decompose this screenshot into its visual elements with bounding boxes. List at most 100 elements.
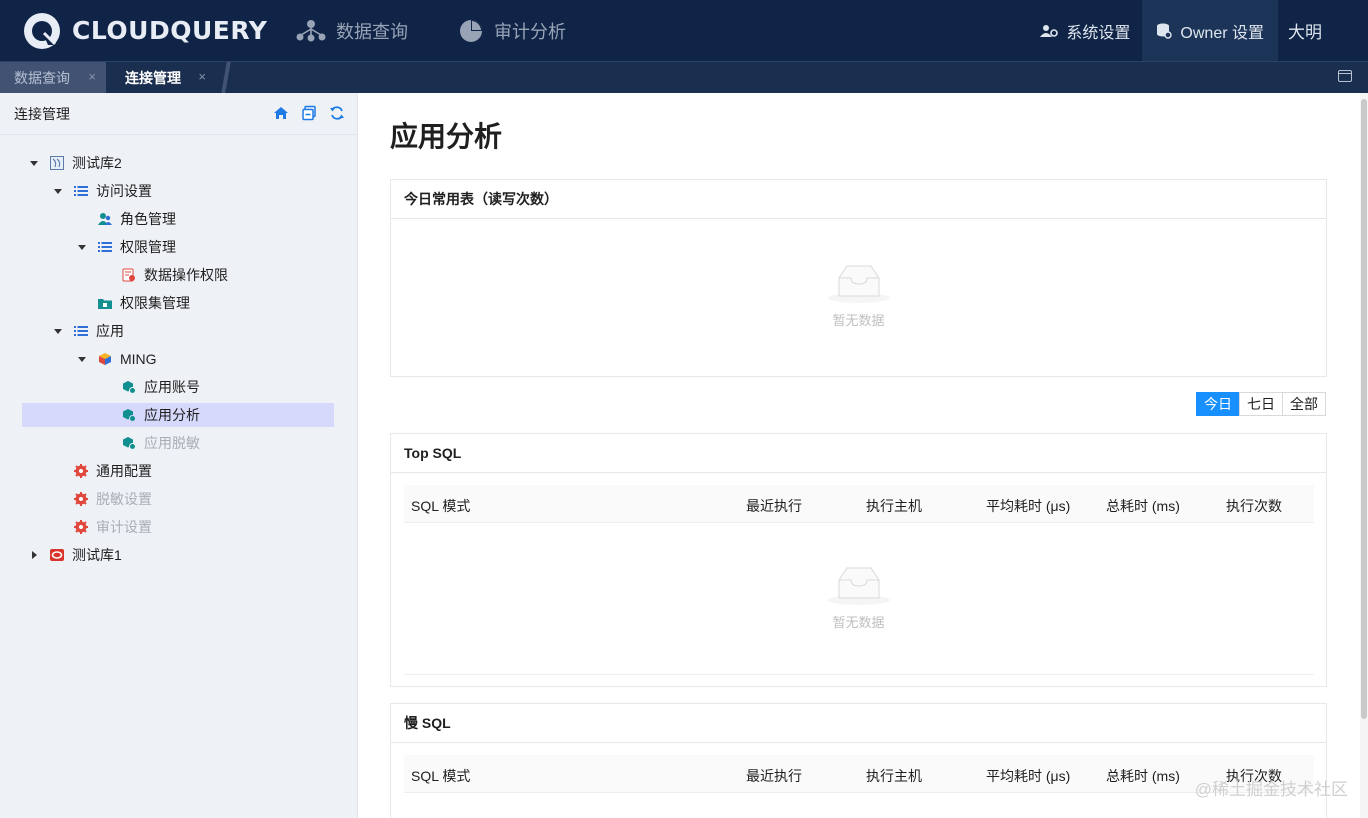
tree-node-db2[interactable]: 测试库2	[50, 151, 122, 175]
tree-node-label: 访问设置	[96, 183, 152, 199]
tab-connection-management-label: 连接管理	[125, 69, 181, 86]
tree-node-label: 通用配置	[96, 463, 152, 479]
col-total-time[interactable]: 总耗时 (ms)	[1106, 496, 1180, 516]
tree-node-desensitize-settings[interactable]: 脱敏设置	[74, 487, 152, 511]
owner-settings-label: Owner 设置	[1180, 24, 1264, 42]
users-icon	[98, 212, 112, 226]
oracle-database-icon	[50, 548, 64, 562]
logo-text: CLOUDQUERY	[72, 16, 268, 45]
col-exec-host[interactable]: 执行主机	[866, 766, 922, 786]
tree-node-label: 脱敏设置	[96, 491, 152, 507]
col-sql-pattern[interactable]: SQL 模式	[411, 496, 470, 516]
sidebar-actions	[261, 105, 345, 121]
cube-icon	[98, 352, 112, 366]
empty-text: 暂无数据	[832, 615, 885, 630]
caret-down-icon[interactable]	[30, 161, 38, 166]
app-gear-icon	[122, 436, 136, 450]
tree-node-access-settings[interactable]: 访问设置	[74, 179, 152, 203]
empty-state: 暂无数据	[391, 564, 1326, 631]
collapse-icon[interactable]	[301, 105, 317, 121]
tab-data-query-label: 数据查询	[14, 69, 70, 86]
logo[interactable]: CLOUDQUERY	[22, 11, 282, 51]
tree-node-general-config[interactable]: 通用配置	[74, 459, 152, 483]
col-exec-count[interactable]: 执行次数	[1226, 496, 1282, 516]
users-gear-icon	[1040, 24, 1059, 37]
nav-audit-analysis[interactable]: 审计分析	[458, 0, 566, 61]
main-nav: 数据查询 审计分析	[296, 0, 616, 61]
database-icon	[50, 156, 64, 170]
list-icon	[74, 184, 88, 198]
pie-chart-icon	[460, 19, 482, 42]
tab-data-query[interactable]: 数据查询 ×	[0, 62, 106, 93]
tab-connection-management[interactable]: 连接管理 ×	[106, 62, 226, 93]
caret-down-icon[interactable]	[54, 189, 62, 194]
col-avg-time[interactable]: 平均耗时 (μs)	[986, 766, 1070, 786]
page-title: 应用分析	[390, 121, 503, 152]
gear-icon	[74, 464, 88, 478]
empty-inbox-icon	[827, 564, 891, 606]
top-right-menu: 系统设置 Owner 设置 大明	[1028, 0, 1368, 61]
tree-node-label: 应用脱敏	[144, 435, 200, 451]
col-total-time[interactable]: 总耗时 (ms)	[1106, 766, 1180, 786]
range-today-button[interactable]: 今日	[1196, 392, 1240, 416]
sidebar: 连接管理 测试库2 访问设置 角色管理 权限管理 数据操作权限 权限集管理 应用…	[0, 93, 358, 818]
tree-node-label: 测试库2	[72, 155, 122, 171]
tree-node-permission-management[interactable]: 权限管理	[98, 235, 176, 259]
tree-node-app-account[interactable]: 应用账号	[122, 375, 200, 399]
app-gear-icon	[122, 408, 136, 422]
app-gear-icon	[122, 380, 136, 394]
close-icon[interactable]: ×	[88, 69, 96, 84]
folder-lock-icon	[98, 296, 112, 310]
tree-node-audit-settings[interactable]: 审计设置	[74, 515, 152, 539]
top-sql-card: Top SQL SQL 模式 最近执行 执行主机 平均耗时 (μs) 总耗时 (…	[390, 433, 1327, 687]
tree-node-label: 审计设置	[96, 519, 152, 535]
tree-node-label: 应用分析	[144, 407, 200, 423]
nav-data-query[interactable]: 数据查询	[296, 0, 408, 61]
tree-node-data-operation-permission[interactable]: 数据操作权限	[122, 263, 228, 287]
tree-node-label: 应用账号	[144, 379, 200, 395]
empty-inbox-icon	[827, 262, 891, 304]
col-sql-pattern[interactable]: SQL 模式	[411, 766, 470, 786]
tree-node-application[interactable]: 应用	[74, 319, 124, 343]
user-menu[interactable]: 大明	[1278, 18, 1368, 43]
tree-node-permission-set-management[interactable]: 权限集管理	[98, 291, 190, 315]
owner-settings-button[interactable]: Owner 设置	[1142, 0, 1278, 61]
slow-sql-card: 慢 SQL SQL 模式 最近执行 执行主机 平均耗时 (μs) 总耗时 (ms…	[390, 703, 1327, 818]
tree-node-ming[interactable]: MING	[98, 347, 157, 371]
main-scrollbar[interactable]	[1360, 93, 1368, 818]
tab-bar: 数据查询 × 连接管理 ×	[0, 61, 1368, 93]
col-last-executed[interactable]: 最近执行	[746, 496, 802, 516]
col-exec-host[interactable]: 执行主机	[866, 496, 922, 516]
close-all-tabs-icon[interactable]	[1338, 70, 1352, 82]
caret-down-icon[interactable]	[54, 329, 62, 334]
tree-node-app-analysis[interactable]: 应用分析	[122, 403, 200, 427]
col-avg-time[interactable]: 平均耗时 (μs)	[986, 496, 1070, 516]
range-all-button[interactable]: 全部	[1282, 392, 1326, 416]
caret-down-icon[interactable]	[78, 357, 86, 362]
document-lock-icon	[122, 268, 136, 282]
gear-icon	[74, 520, 88, 534]
system-settings-label: 系统设置	[1066, 24, 1131, 42]
table-header: SQL 模式 最近执行 执行主机 平均耗时 (μs) 总耗时 (ms) 执行次数	[404, 755, 1314, 793]
list-icon	[74, 324, 88, 338]
caret-right-icon[interactable]	[32, 551, 37, 559]
refresh-icon[interactable]	[329, 105, 345, 121]
tree-node-db1[interactable]: 测试库1	[50, 543, 122, 567]
home-icon[interactable]	[273, 105, 289, 121]
tree-node-app-desensitize[interactable]: 应用脱敏	[122, 431, 200, 455]
today-tables-card: 今日常用表（读写次数） 暂无数据	[390, 179, 1327, 377]
main-content: 应用分析 今日常用表（读写次数） 暂无数据 今日 七日 全部 Top SQL S…	[358, 93, 1368, 818]
caret-down-icon[interactable]	[78, 245, 86, 250]
tree-node-label: 权限管理	[120, 239, 176, 255]
tree-node-label: 权限集管理	[120, 295, 190, 311]
table-bottom-divider	[404, 674, 1314, 675]
empty-state: 暂无数据	[391, 262, 1326, 329]
col-last-executed[interactable]: 最近执行	[746, 766, 802, 786]
system-settings-button[interactable]: 系统设置	[1028, 0, 1142, 61]
range-seven-days-button[interactable]: 七日	[1239, 392, 1283, 416]
tree-node-role-management[interactable]: 角色管理	[98, 207, 176, 231]
tree-node-label: 角色管理	[120, 211, 176, 227]
close-icon[interactable]: ×	[198, 69, 206, 84]
watermark: @稀土掘金技术社区	[1194, 780, 1348, 799]
tree-node-label: MING	[120, 351, 157, 367]
